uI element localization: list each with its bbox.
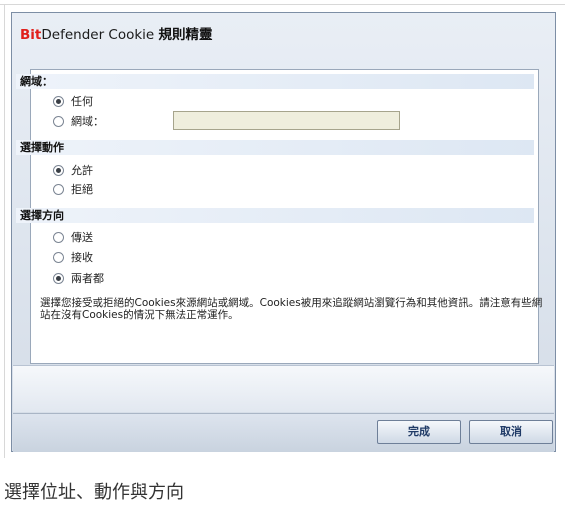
cancel-button[interactable]: 取消 [469, 420, 553, 444]
radio-direction-receive[interactable]: 接收 [53, 249, 93, 265]
radio-button[interactable] [53, 183, 64, 195]
section-heading-action: 選擇動作 [16, 140, 534, 155]
radio-label: 接收 [71, 251, 93, 264]
radio-button[interactable] [53, 115, 64, 127]
radio-button[interactable] [53, 231, 64, 243]
radio-domain-any[interactable]: 任何 [53, 93, 93, 109]
radio-direction-send[interactable]: 傳送 [53, 229, 93, 245]
dialog-footer: 完成 取消 [13, 413, 554, 452]
radio-action-allow[interactable]: 允許 [53, 162, 93, 178]
title-brand-red: Bit [20, 27, 42, 43]
radio-button-checked[interactable] [53, 95, 64, 107]
radio-label: 網域： [71, 115, 104, 128]
figure-caption: 選擇位址、動作與方向 [4, 482, 184, 503]
radio-label: 傳送 [71, 231, 93, 244]
radio-action-deny[interactable]: 拒絕 [53, 181, 93, 197]
domain-input[interactable] [173, 111, 400, 130]
dialog-title: BitDefender Cookie 規則精靈 [20, 25, 213, 45]
finish-button[interactable]: 完成 [377, 420, 461, 444]
radio-direction-both[interactable]: 兩者都 [53, 270, 104, 286]
radio-label: 兩者都 [71, 272, 104, 285]
radio-label: 拒絕 [71, 183, 93, 196]
title-suffix: 規則精靈 [158, 27, 213, 43]
radio-button-checked[interactable] [53, 164, 64, 176]
title-brand-rest: Defender Cookie [41, 27, 159, 43]
section-heading-domain: 網域： [16, 74, 534, 89]
radio-label: 任何 [71, 95, 93, 108]
section-heading-direction: 選擇方向 [16, 208, 534, 223]
radio-domain-specific[interactable]: 網域： [53, 113, 104, 129]
dialog-bottom-strip [13, 365, 554, 412]
radio-label: 允許 [71, 164, 93, 177]
cookie-info-text: 選擇您接受或拒絕的Cookies來源網站或網域。Cookies被用來追蹤網站瀏覽… [40, 297, 543, 321]
figure-border-left [4, 4, 5, 458]
figure-border-top [0, 4, 565, 5]
radio-button-checked[interactable] [53, 272, 64, 284]
radio-button[interactable] [53, 251, 64, 263]
